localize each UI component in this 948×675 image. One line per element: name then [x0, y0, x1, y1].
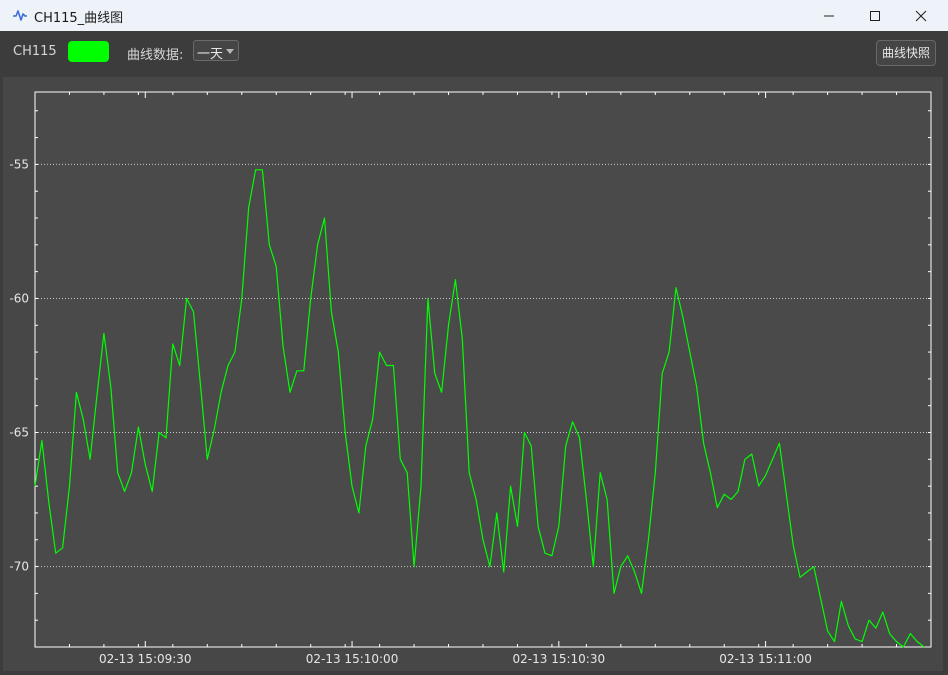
time-range-select[interactable]: 一天 — [193, 40, 239, 62]
chart-app-icon — [13, 10, 27, 21]
x-tick-label: 02-13 15:10:00 — [306, 652, 399, 666]
chart-area: -55 -60 -65 -70 02-13 15:09:30 02-13 15:10:00… — [3, 77, 943, 671]
close-icon — [915, 10, 927, 21]
y-tick-label: -70 — [9, 560, 29, 574]
maximize-icon — [870, 10, 880, 21]
y-tick-label: -55 — [9, 157, 29, 171]
x-tick-label: 02-13 15:11:00 — [719, 652, 812, 666]
x-tick-label: 02-13 15:10:30 — [513, 652, 606, 666]
time-range-value: 一天 — [197, 47, 224, 62]
minimize-button[interactable] — [806, 0, 852, 31]
curve-snapshot-button[interactable]: 曲线快照 — [876, 40, 936, 66]
y-tick-label: -65 — [9, 426, 29, 440]
chevron-down-icon — [226, 49, 234, 54]
curve-data-label: 曲线数据: — [127, 48, 184, 63]
channel-color-swatch[interactable] — [68, 41, 109, 62]
y-tick-label: -60 — [9, 291, 29, 305]
toolbar: CH115 曲线数据: 一天 曲线快照 — [0, 31, 948, 77]
window-title: CH115_曲线图 — [34, 11, 124, 26]
x-tick-label: 02-13 15:09:30 — [99, 652, 192, 666]
close-button[interactable] — [898, 0, 944, 31]
line-chart: -55 -60 -65 -70 02-13 15:09:30 02-13 15:10:00… — [9, 91, 932, 666]
channel-label: CH115 — [13, 44, 57, 59]
maximize-button[interactable] — [852, 0, 898, 31]
title-bar[interactable]: CH115_曲线图 — [0, 0, 948, 32]
minimize-icon — [824, 15, 834, 16]
chart-window: CH115_曲线图 CH115 曲线数据: 一天 曲线快照 -55 -60 -65-… — [0, 0, 948, 675]
